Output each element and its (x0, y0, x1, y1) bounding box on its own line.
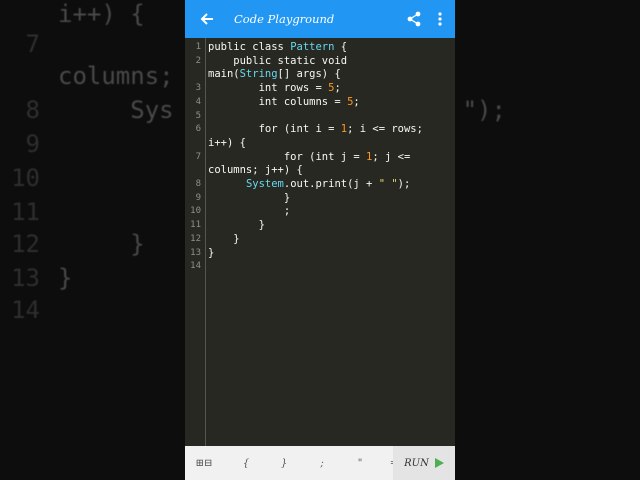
code-token: } (208, 246, 215, 259)
background-line-number: 14 (11, 296, 40, 324)
background-code-text: columns; (58, 62, 174, 90)
code-text: System.out.print(j + " "); (208, 178, 410, 192)
code-text: for (int i = 1; i <= rows; (208, 123, 423, 137)
code-token: ; (353, 95, 360, 108)
background-line-number: 8 (25, 96, 40, 124)
code-token: int columns = (208, 95, 348, 108)
code-text: main(String[] args) { (208, 68, 341, 82)
line-number: 8 (195, 179, 201, 189)
line-number: 6 (195, 124, 201, 135)
background-code-line: i++) { (0, 0, 145, 28)
line-number: 1 (195, 42, 201, 52)
code-text: int rows = 5; (208, 82, 341, 96)
run-button[interactable]: RUN (393, 446, 455, 480)
code-token: [] args) { (277, 68, 341, 81)
phone-screen: Code Playground 1 public class Pattern {2… (185, 0, 455, 480)
code-text: public static void (208, 55, 347, 69)
code-token: System (245, 178, 284, 190)
code-token: } (208, 191, 291, 204)
code-token: ; (334, 82, 341, 95)
line-number: 9 (195, 192, 201, 203)
background-code-line: 11 (0, 198, 58, 226)
code-token: ); (397, 178, 411, 190)
code-text: public class Pattern { (208, 41, 347, 55)
line-number: 14 (190, 261, 201, 272)
background-line-number: 13 (11, 264, 40, 292)
key-button[interactable]: ; (313, 458, 331, 469)
code-token: main( (208, 68, 240, 81)
code-token: .out.print(j + (283, 178, 379, 190)
line-number: 5 (195, 110, 201, 121)
key-button[interactable]: ⊞⊟ (195, 458, 213, 469)
background-code-line: 9 (0, 130, 58, 158)
background-line-number: 12 (11, 230, 40, 258)
background-line-number: 7 (25, 30, 40, 58)
code-token: ; j <= (372, 150, 411, 163)
line-number: 13 (190, 247, 201, 258)
code-text: } (208, 232, 240, 247)
line-number: 3 (195, 83, 201, 94)
keyboard-helper-bar: ⊞⊟{};"= RUN (185, 446, 455, 480)
code-text: ; (208, 205, 290, 219)
code-token: public class (208, 41, 291, 53)
code-text: } (208, 219, 265, 233)
code-text: columns; j++) { (208, 164, 303, 178)
code-token: for (int j = (208, 150, 367, 163)
code-token: " " (378, 178, 398, 190)
code-token: columns; j++) { (208, 164, 303, 177)
app-bar: Code Playground (185, 0, 455, 38)
background-line-number: 9 (25, 130, 40, 158)
app-title: Code Playground (234, 12, 335, 26)
background-code-line: 14 (0, 296, 58, 324)
background-code-line: 10 (0, 164, 58, 192)
play-icon (434, 458, 444, 468)
code-editor[interactable]: 1 public class Pattern {2 public static v… (185, 38, 455, 446)
background-code-line: 13} (0, 264, 72, 292)
key-button[interactable]: " (351, 458, 369, 469)
background-code-text: } (58, 230, 145, 258)
code-token: public static void (208, 54, 348, 67)
code-token: ; (208, 205, 291, 218)
code-token: Pattern (290, 41, 335, 53)
arrow-left-icon[interactable] (196, 8, 218, 30)
code-text: } (208, 192, 290, 206)
code-token: i++) { (208, 136, 246, 149)
run-label: RUN (404, 457, 429, 469)
key-button[interactable]: } (275, 458, 293, 469)
code-token: for (int i = (208, 123, 341, 136)
background-line-number: 10 (11, 164, 40, 192)
share-icon[interactable] (403, 8, 425, 30)
more-vert-icon[interactable] (431, 8, 449, 30)
code-text: } (208, 247, 214, 261)
background-code-line: 12 } (0, 230, 145, 258)
code-text: int columns = 5; (208, 96, 360, 110)
line-number: 11 (190, 220, 201, 231)
line-number: 2 (195, 55, 201, 66)
code-text: for (int j = 1; j <= (208, 151, 410, 165)
code-token: } (208, 219, 265, 232)
code-token: } (208, 232, 240, 245)
code-text: i++) { (208, 137, 246, 151)
background-code-text: i++) { (58, 0, 145, 28)
line-number: 7 (195, 151, 201, 162)
background-line-number: 11 (11, 198, 40, 226)
line-number: 4 (195, 96, 201, 107)
code-token: int rows = (208, 82, 329, 95)
code-token: { (334, 41, 348, 53)
background-code-line: columns; (0, 62, 174, 90)
code-token: ; i <= rows; (347, 123, 423, 136)
code-token: String (239, 68, 278, 81)
key-button[interactable]: { (237, 458, 255, 469)
line-number: 12 (190, 233, 201, 244)
line-number: 10 (190, 206, 201, 217)
background-code-text: } (58, 264, 73, 292)
